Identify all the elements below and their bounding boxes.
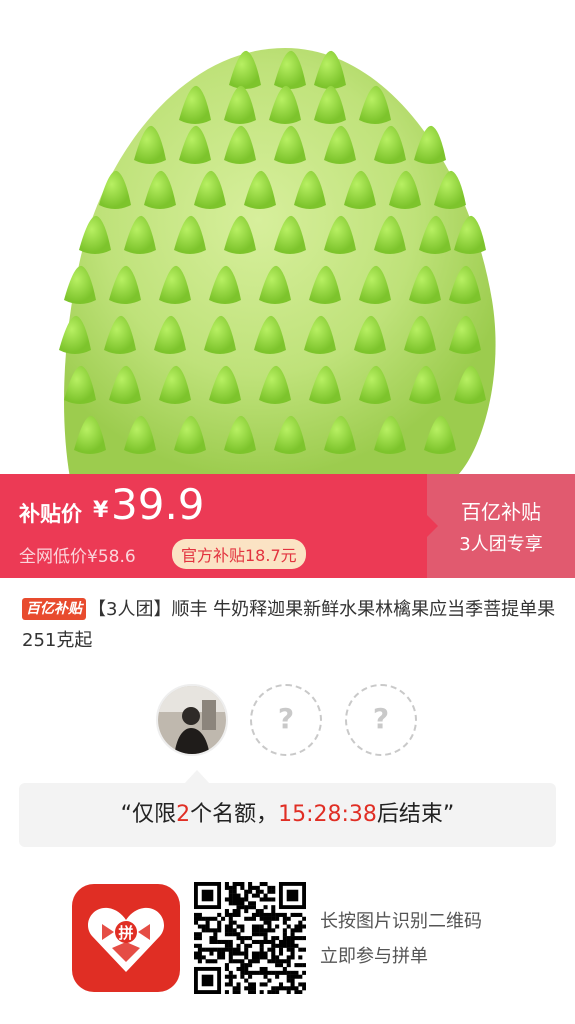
open-quote: “ — [120, 802, 133, 827]
subsidy-badge: 官方补贴18.7元 — [172, 539, 306, 569]
market-price-label: 全网低价 — [19, 547, 87, 567]
campaign-panel: 百亿补贴 3人团专享 — [427, 474, 575, 578]
panel-notch — [424, 512, 438, 540]
campaign-title: 百亿补贴 — [461, 500, 541, 524]
price-value: 39.9 — [111, 480, 205, 529]
subsidy-tag: 百亿补贴 — [22, 598, 86, 620]
market-price: 全网低价¥58.6 — [19, 542, 136, 567]
countdown-prefix: 仅限 — [132, 802, 177, 827]
subsidy-price-label: 补贴价 — [19, 502, 82, 526]
close-quote: ” — [442, 802, 455, 827]
product-title-text: 【3人团】顺丰 牛奶释迦果新鲜水果林檎果应当季菩提单果251克起 — [22, 599, 556, 651]
qr-hint-line2: 立即参与拼单 — [320, 946, 428, 967]
member-avatar — [156, 684, 228, 756]
soursop-fruit-image — [59, 48, 496, 478]
countdown-mid: 个名额， — [190, 802, 279, 827]
pinduoduo-logo-icon: 拼 — [72, 884, 180, 992]
price-panel: 补贴价 ¥ 39.9 全网低价¥58.6 官方补贴18.7元 — [0, 474, 438, 578]
countdown-suffix: 后结束 — [376, 802, 443, 827]
slots-count: 2 — [176, 802, 191, 827]
empty-slot-avatar: ? — [250, 684, 322, 756]
empty-slot-avatar: ? — [345, 684, 417, 756]
user-avatar-icon — [158, 686, 226, 754]
qr-code — [194, 882, 307, 995]
qr-hint-line1: 长按图片识别二维码 — [320, 911, 482, 932]
tooltip-arrow — [184, 770, 210, 784]
product-title: 百亿补贴 【3人团】顺丰 牛奶释迦果新鲜水果林檎果应当季菩提单果251克起 — [22, 594, 557, 656]
group-info: 3人团专享 — [459, 534, 543, 555]
currency-symbol: ¥ — [93, 498, 109, 523]
svg-text:拼: 拼 — [118, 924, 133, 942]
price-banner: 补贴价 ¥ 39.9 全网低价¥58.6 官方补贴18.7元 百亿补贴 3人团专… — [0, 474, 575, 578]
product-image — [0, 0, 575, 478]
market-price-value: ¥58.6 — [87, 547, 136, 567]
countdown-notice: “仅限2个名额，15:28:38后结束” — [19, 783, 556, 847]
countdown-timer: 15:28:38 — [278, 802, 377, 827]
